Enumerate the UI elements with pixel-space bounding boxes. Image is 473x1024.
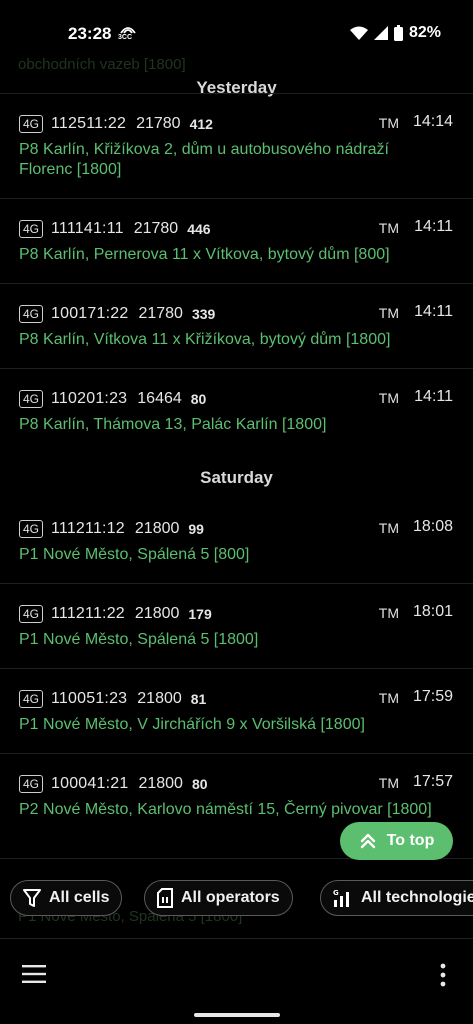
divider [0, 368, 473, 369]
timestamp: 14:11 [414, 388, 453, 405]
timestamp: 17:57 [412, 773, 453, 790]
cell-id: 112511:22 [51, 115, 127, 132]
cell-id: 111141:11 [51, 220, 124, 237]
timestamp: 14:14 [412, 113, 453, 130]
scrolled-address-text: obchodních vazeb [1800] [18, 56, 186, 73]
list-item[interactable]: 4G 111211:22 21800 179 TM 18:01 P1 Nové … [0, 603, 473, 673]
pci: 446 [187, 221, 211, 237]
pci: 412 [189, 116, 213, 132]
lac: 21800 [134, 520, 180, 537]
divider [0, 753, 473, 754]
cell-address: P1 Nové Město, Spálená 5 [800] [19, 546, 250, 563]
operator: TM [378, 115, 399, 131]
lac: 21800 [138, 775, 183, 792]
bottom-app-bar [0, 938, 473, 1007]
chevron-up-icon [360, 833, 375, 849]
timestamp: 17:59 [412, 688, 453, 705]
svg-text:G: G [333, 889, 339, 897]
operator: TM [378, 390, 399, 406]
cell-id: 110051:23 [51, 690, 128, 707]
list-item[interactable]: 4G 110201:23 16464 80 TM 14:11 P8 Karlín… [0, 388, 473, 458]
status-time: 23:28 [68, 24, 112, 43]
tech-badge: 4G [19, 305, 44, 323]
operator: TM [378, 775, 399, 791]
pci: 179 [188, 606, 212, 622]
lac: 21800 [137, 690, 182, 707]
list-item[interactable]: 4G 111211:12 21800 99 TM 18:08 P1 Nové M… [0, 518, 473, 588]
timestamp: 14:11 [414, 218, 453, 235]
to-top-button[interactable]: To top [340, 822, 453, 860]
timestamp: 18:08 [412, 518, 453, 535]
section-header-saturday: Saturday [200, 468, 273, 487]
filter-chips: All cells All operators G All technologi… [0, 878, 473, 920]
cell-address: P8 Karlín, Pernerova 11 x Vítkova, bytov… [19, 246, 390, 263]
tech-badge: 4G [19, 390, 44, 408]
divider [0, 668, 473, 669]
pci: 339 [191, 306, 216, 322]
lac: 21800 [134, 605, 180, 622]
operator: TM [378, 690, 399, 706]
timestamp: 18:01 [412, 603, 453, 620]
battery-percent: 82% [408, 24, 441, 41]
battery-icon [393, 25, 403, 41]
divider [0, 583, 473, 584]
filter-chip-cells[interactable]: All cells [10, 880, 123, 916]
divider [0, 283, 473, 284]
tech-badge: 4G [19, 605, 44, 623]
more-vert-icon[interactable] [438, 963, 448, 987]
gesture-handle[interactable] [194, 1013, 280, 1017]
cell-id: 110201:23 [51, 390, 128, 407]
notification-label: 3CC [118, 34, 133, 41]
to-top-label: To top [386, 832, 435, 849]
operator: TM [378, 520, 399, 536]
cell-address: P8 Karlín, Thámova 13, Palác Karlín [180… [19, 416, 327, 433]
list-item[interactable]: 4G 110051:23 21800 81 TM 17:59 P1 Nové M… [0, 688, 473, 758]
operator: TM [378, 605, 399, 621]
signal-bars-icon: G [333, 889, 349, 907]
lac: 21780 [136, 115, 181, 132]
cell-address: P8 Karlín, Křižíkova 2, dům u autobusové… [19, 141, 389, 178]
timestamp: 14:11 [414, 303, 453, 320]
tech-badge: 4G [19, 690, 44, 708]
menu-icon[interactable] [22, 965, 46, 983]
pci: 80 [190, 391, 207, 407]
wifi-icon [349, 26, 368, 40]
operator: TM [378, 305, 399, 321]
cell-id: 100041:21 [51, 775, 129, 792]
list-item[interactable]: 4G 112511:22 21780 412 TM 14:14 P8 Karlí… [0, 113, 473, 223]
tech-badge: 4G [19, 775, 44, 793]
cell-id: 111211:22 [51, 605, 125, 622]
cell-address: P2 Nové Město, Karlovo náměstí 15, Černý… [19, 801, 432, 818]
status-bar: 23:28 3CC 82% [0, 0, 473, 64]
notification-icon: 3CC [118, 22, 138, 42]
cell-id: 100171:22 [51, 305, 129, 322]
cell-id: 111211:12 [51, 520, 125, 537]
pci: 81 [190, 691, 207, 707]
operator: TM [378, 220, 399, 236]
lac: 16464 [137, 390, 182, 407]
filter-chip-operators[interactable]: All operators [144, 880, 293, 916]
sim-icon [157, 888, 173, 908]
cell-address: P1 Nové Město, V Jirchářích 9 x Voršilsk… [19, 716, 365, 733]
lac: 21780 [133, 220, 179, 237]
tech-badge: 4G [19, 220, 44, 238]
filter-chip-technologies[interactable]: G All technologies [320, 880, 473, 916]
lac: 21780 [138, 305, 183, 322]
divider [0, 198, 473, 199]
list-item[interactable]: 4G 111141:11 21780 446 TM 14:11 P8 Karlí… [0, 218, 473, 288]
cell-address: P1 Nové Město, Spálená 5 [1800] [19, 631, 259, 648]
signal-icon [373, 26, 388, 40]
filter-icon [23, 889, 41, 907]
tech-badge: 4G [19, 520, 44, 538]
list-item[interactable]: 4G 100171:22 21780 339 TM 14:11 P8 Karlí… [0, 303, 473, 373]
cell-address: P8 Karlín, Vítkova 11 x Křižíkova, bytov… [19, 331, 391, 348]
section-header-yesterday: Yesterday [196, 78, 277, 97]
pci: 80 [191, 776, 208, 792]
divider [0, 93, 473, 94]
tech-badge: 4G [19, 115, 44, 133]
status-icons: 82% [349, 24, 441, 42]
pci: 99 [188, 521, 204, 537]
